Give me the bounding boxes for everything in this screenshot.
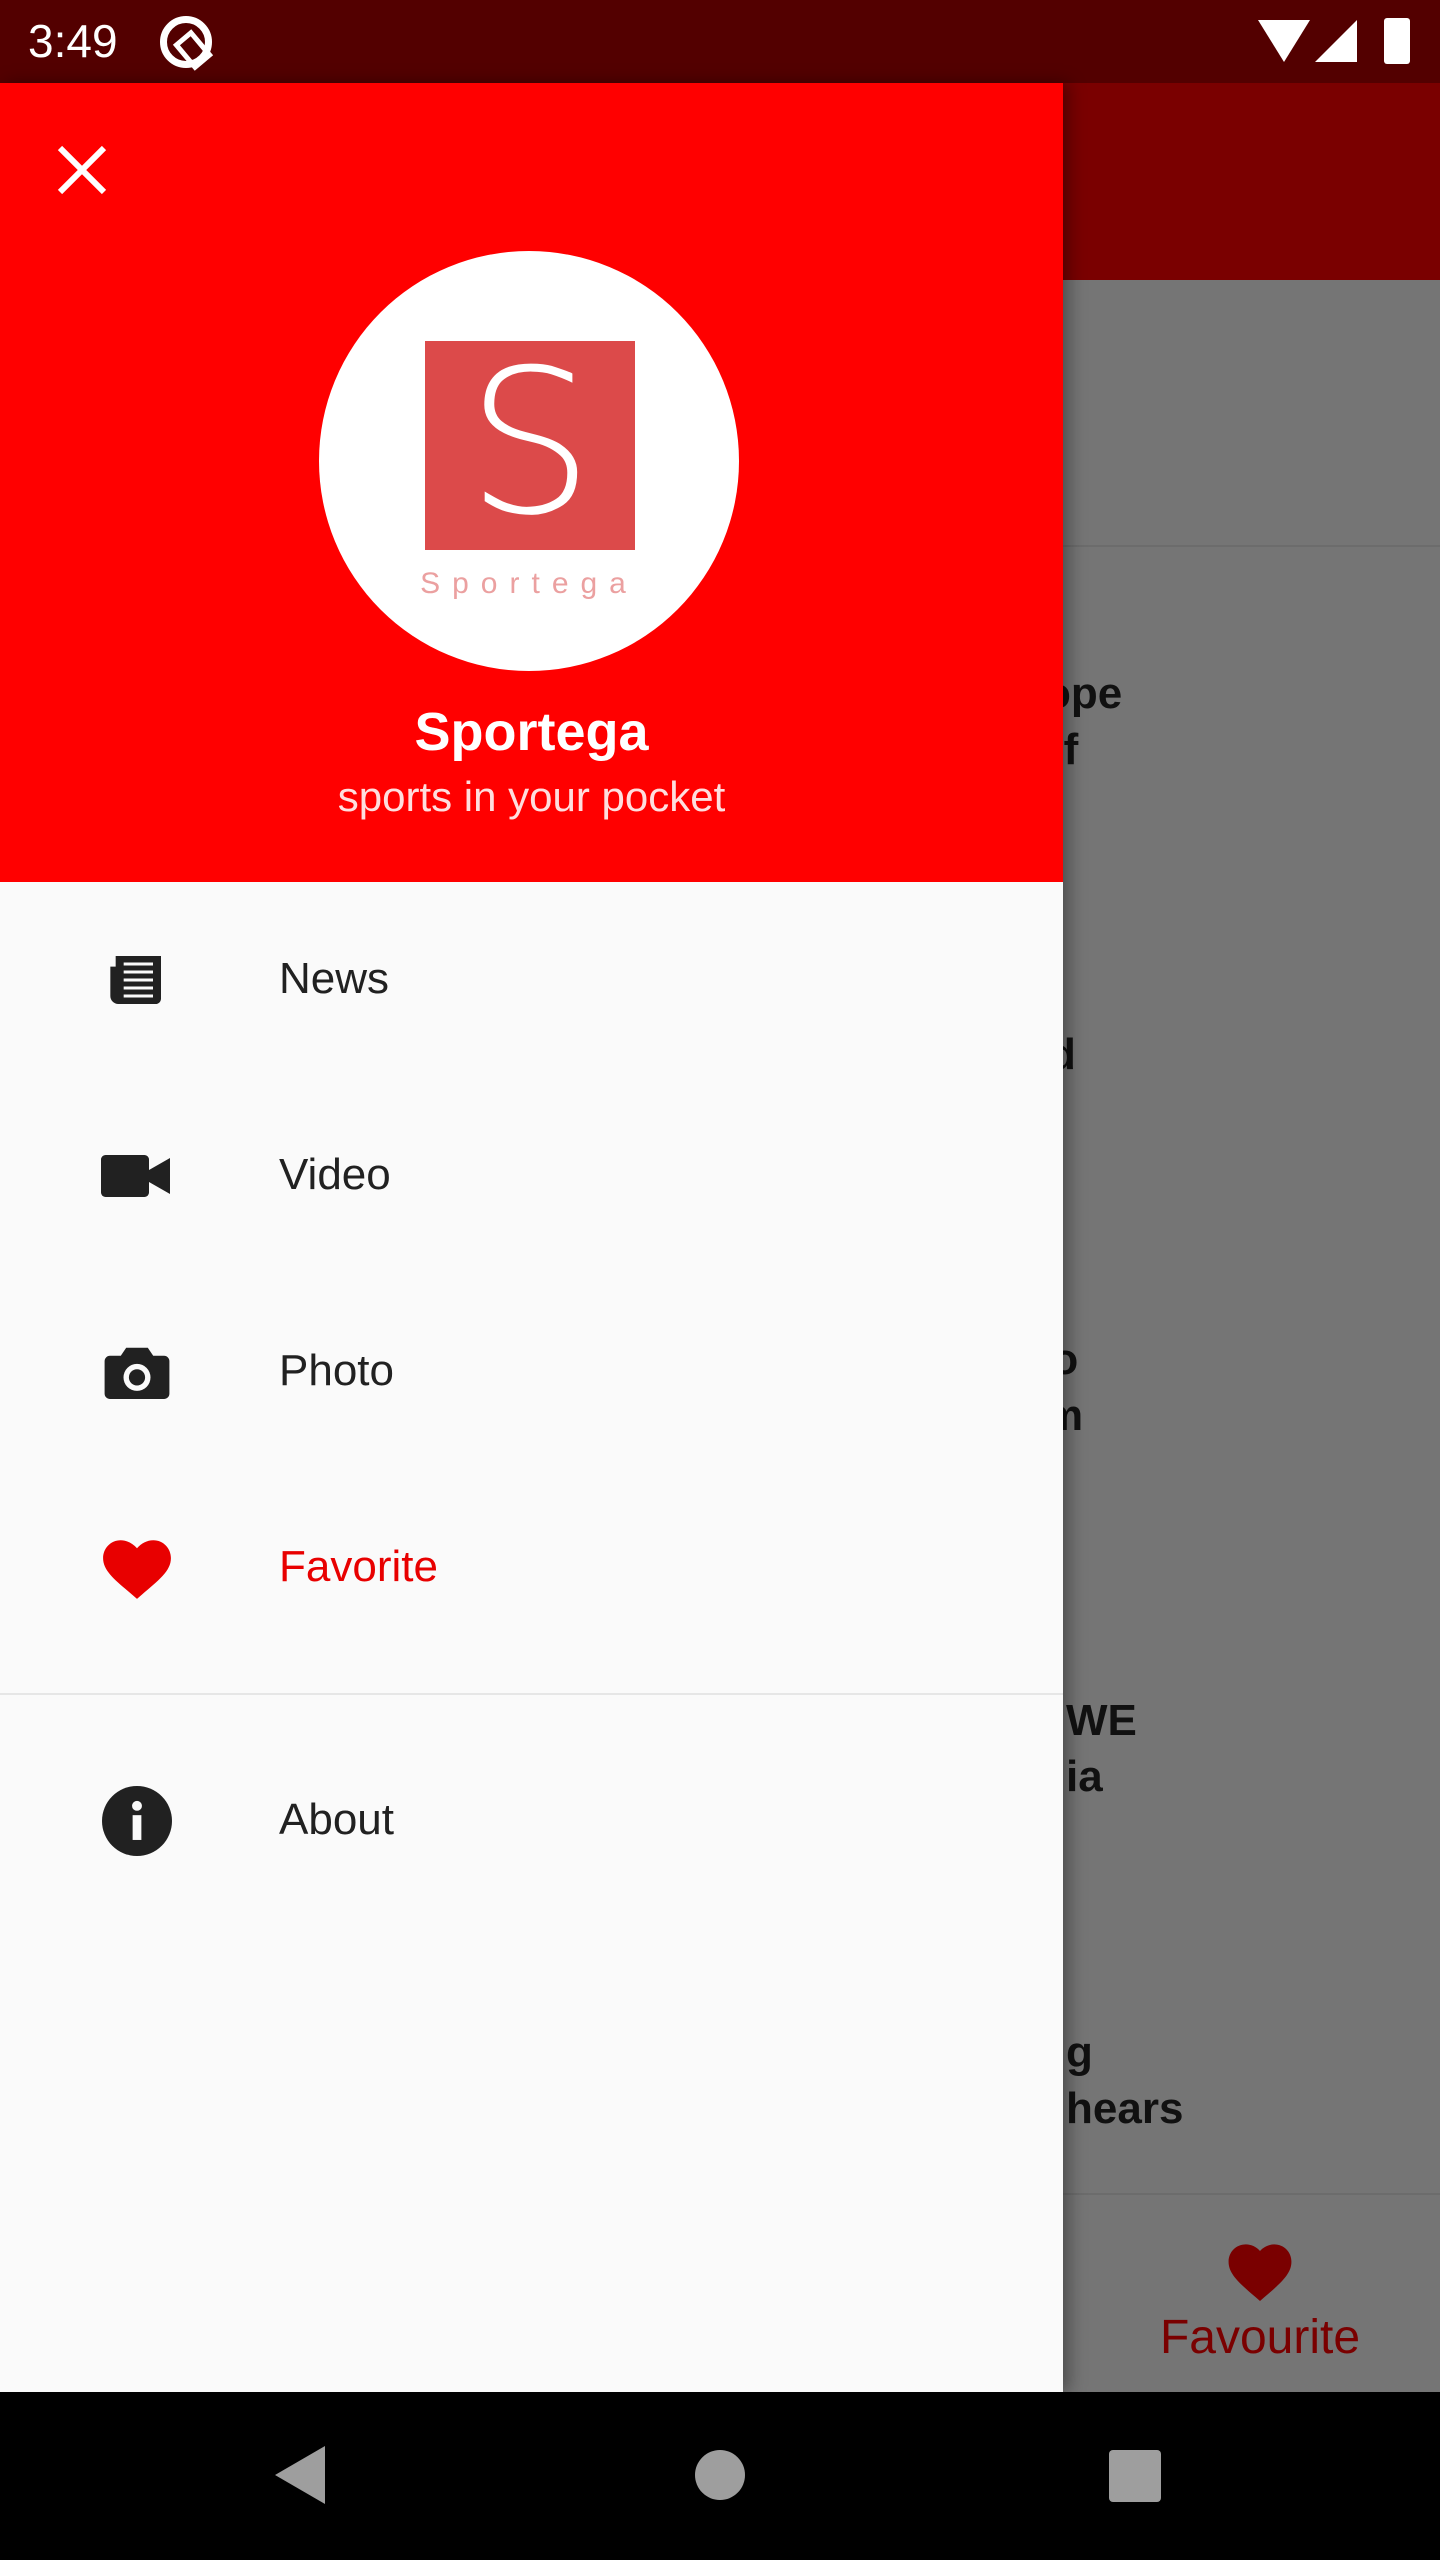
heart-icon	[1228, 2244, 1292, 2301]
heart-icon	[100, 1532, 174, 1604]
bottom-nav-favourite[interactable]: Favourite	[1150, 2235, 1370, 2365]
battery-icon	[1384, 18, 1410, 64]
system-navigation-bar	[0, 2392, 1440, 2560]
drawer-item-favorite[interactable]: Favorite	[0, 1470, 1063, 1666]
drawer-item-photo[interactable]: Photo	[0, 1274, 1063, 1470]
home-icon[interactable]	[695, 2450, 745, 2500]
logo-text: Sportega	[420, 567, 638, 600]
drawer-divider	[0, 1693, 1063, 1695]
drawer-item-about[interactable]: About	[0, 1723, 1063, 1919]
wifi-icon	[1258, 20, 1310, 62]
status-time: 3:49	[28, 15, 118, 67]
back-icon[interactable]	[275, 2446, 325, 2504]
status-bar: 3:49	[0, 0, 1440, 83]
drawer-item-label: About	[279, 1795, 394, 1844]
news-headline[interactable]: g hears	[1066, 2025, 1183, 2137]
recents-icon[interactable]	[1109, 2450, 1161, 2502]
close-icon	[57, 145, 107, 195]
navigation-drawer: S Sportega Sportega sports in your pocke…	[0, 83, 1063, 2392]
drawer-item-news[interactable]: News	[0, 882, 1063, 1078]
app-logo: S Sportega	[319, 251, 739, 671]
drawer-subtitle: sports in your pocket	[337, 773, 726, 820]
drawer-title: Sportega	[414, 702, 649, 762]
drawer-item-label: Favorite	[279, 1542, 438, 1591]
logo-letter: S	[425, 341, 635, 550]
info-icon	[100, 1785, 174, 1857]
newspaper-icon	[100, 944, 174, 1016]
news-headline[interactable]: WE ia	[1066, 1693, 1137, 1805]
drawer-item-label: News	[279, 954, 390, 1003]
drawer-item-label: Photo	[279, 1346, 394, 1395]
drawer-header: S Sportega Sportega sports in your pocke…	[0, 83, 1063, 882]
signal-icon	[1315, 20, 1357, 62]
videocam-icon	[100, 1140, 174, 1212]
bottom-nav-favourite-label: Favourite	[1159, 2311, 1361, 2364]
app-notification-icon	[160, 16, 212, 68]
camera-icon	[100, 1336, 174, 1408]
drawer-item-label: Video	[279, 1150, 391, 1199]
close-button[interactable]	[50, 138, 114, 202]
drawer-item-video[interactable]: Video	[0, 1078, 1063, 1274]
